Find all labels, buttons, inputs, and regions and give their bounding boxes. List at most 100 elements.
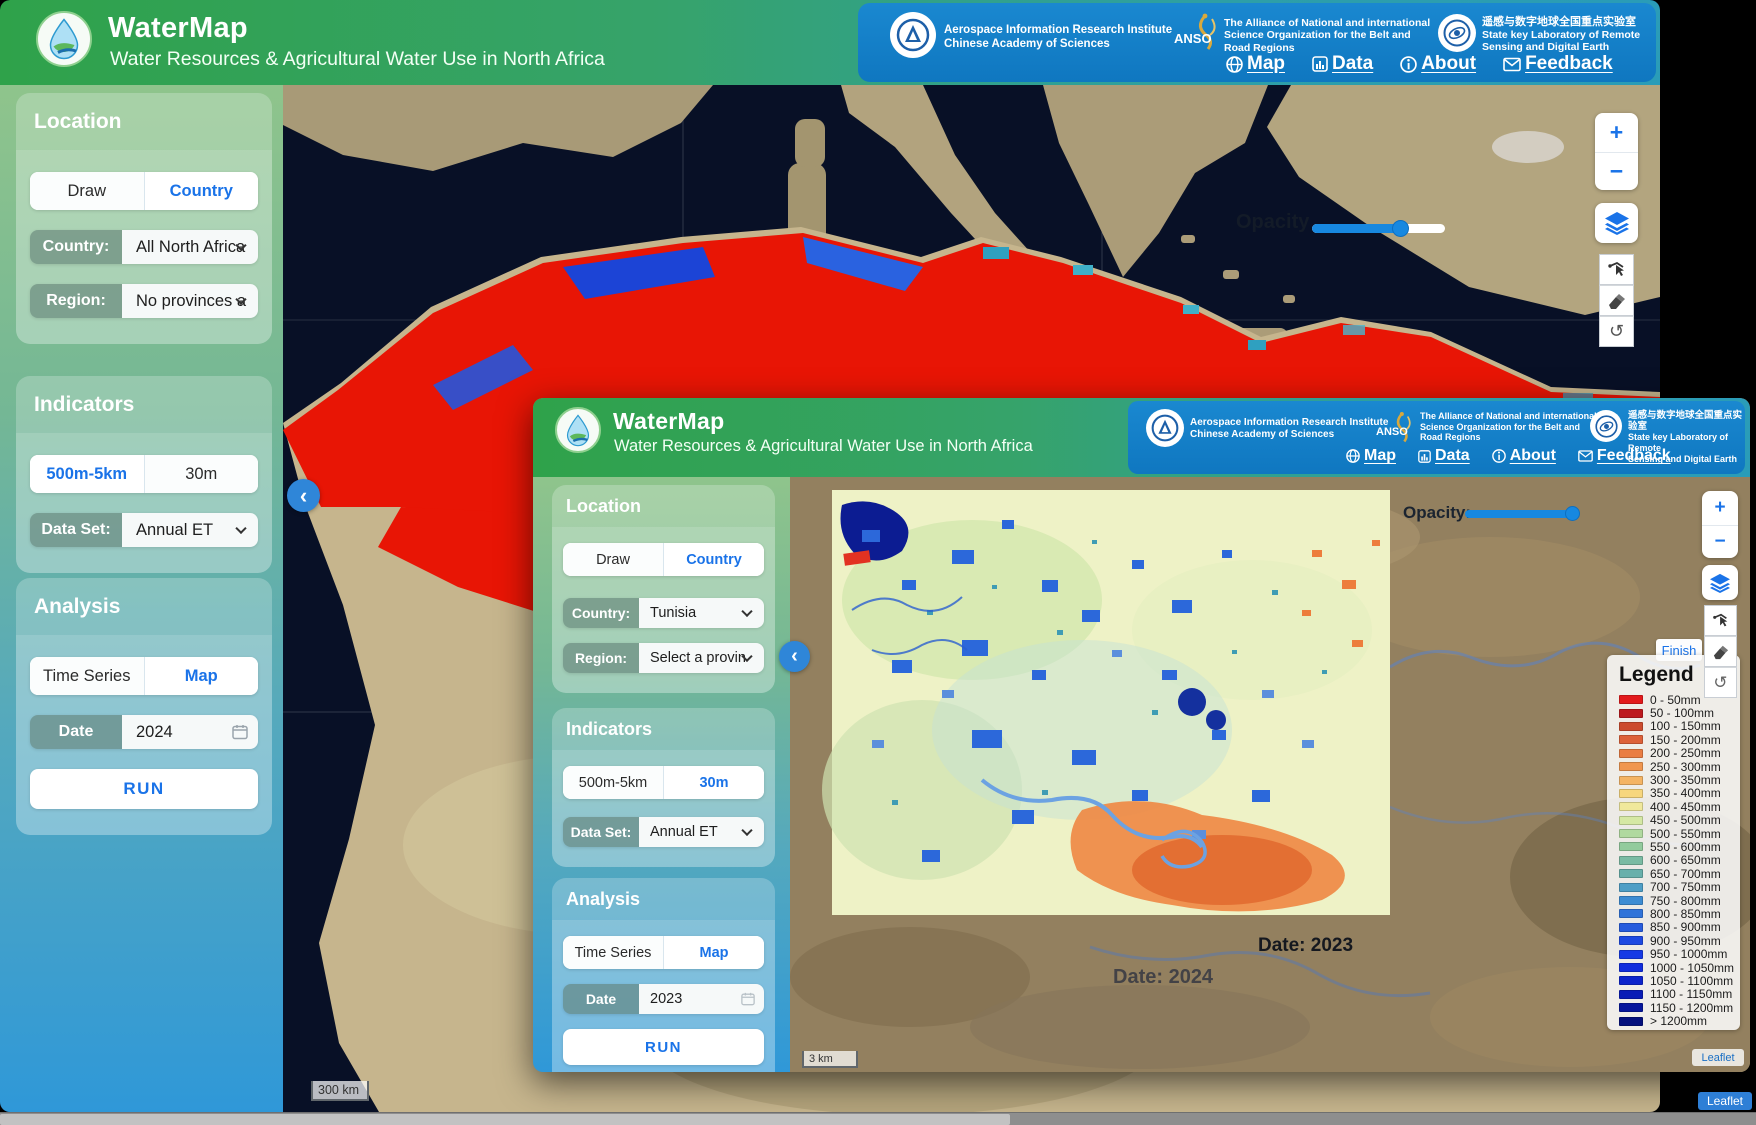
indicators-panel: Indicators 500m-5km 30m Data Set: Annual… (552, 708, 775, 867)
region-select[interactable]: No provinces a (122, 284, 258, 318)
dataset-field: Data Set: Annual ET (30, 513, 258, 547)
eraser-button[interactable] (1599, 285, 1634, 316)
zoom-in-button[interactable]: + (1702, 491, 1738, 525)
layers-button[interactable] (1702, 565, 1738, 600)
country-select[interactable]: All North Africa (122, 230, 258, 264)
tab-country[interactable]: Country (663, 543, 764, 576)
zoom-out-button[interactable]: − (1702, 525, 1738, 558)
header-nav: Map Data About Feedback (1226, 53, 1613, 75)
tab-draw[interactable]: Draw (563, 543, 663, 576)
horizontal-scrollbar-thumb[interactable] (0, 1114, 1010, 1125)
anso-logo: ANSO (1174, 13, 1222, 55)
legend-entry-label: 300 - 350mm (1650, 774, 1721, 786)
scale-bar: 300 km (311, 1081, 369, 1101)
legend-entry-label: 150 - 200mm (1650, 734, 1721, 746)
leaflet-attribution-main[interactable]: Leaflet (1698, 1092, 1752, 1110)
anso-line1: The Alliance of National and internation… (1420, 411, 1597, 422)
leaflet-attribution-label: Leaflet (1701, 1052, 1734, 1064)
skl-logo (1438, 14, 1476, 52)
chart-icon (1312, 56, 1328, 72)
tab-draw[interactable]: Draw (30, 172, 144, 210)
chevron-down-icon (741, 606, 752, 617)
opacity-slider[interactable] (1465, 510, 1575, 518)
date-input[interactable]: 2024 (122, 715, 258, 749)
nav-data-link[interactable]: Data (1418, 447, 1470, 465)
legend-swatch (1619, 909, 1643, 918)
eraser-icon (1607, 292, 1627, 310)
nav-feedback-link[interactable]: Feedback (1503, 53, 1613, 75)
sidebar-collapse-button[interactable]: ‹ (779, 641, 810, 672)
date-field: Date 2023 (563, 984, 764, 1014)
date-label: Date (30, 715, 122, 749)
legend-swatch (1619, 749, 1643, 758)
horizontal-scrollbar[interactable] (0, 1112, 1756, 1125)
tab-map[interactable]: Map (144, 657, 259, 695)
tab-500m-5km[interactable]: 500m-5km (30, 455, 144, 493)
country-select[interactable]: Tunisia (639, 598, 764, 628)
zoom-in-button[interactable]: + (1595, 113, 1638, 152)
zoom-out-button[interactable]: − (1595, 152, 1638, 190)
indicators-panel: Indicators 500m-5km 30m Data Set: Annual… (16, 376, 272, 573)
draw-polygon-button[interactable] (1704, 605, 1737, 636)
tab-30m[interactable]: 30m (663, 766, 764, 799)
undo-button[interactable]: ↺ (1599, 316, 1634, 347)
legend-swatch (1619, 762, 1643, 771)
nav-map-link[interactable]: Map (1226, 53, 1285, 75)
region-select[interactable]: Select a provin (639, 643, 764, 673)
info-icon (1400, 56, 1417, 73)
tab-time-series[interactable]: Time Series (30, 657, 144, 695)
opacity-slider-thumb[interactable] (1565, 506, 1580, 521)
date-field: Date 2024 (30, 715, 258, 749)
run-button[interactable]: RUN (563, 1029, 764, 1065)
eraser-button[interactable] (1704, 636, 1737, 667)
dataset-select[interactable]: Annual ET (122, 513, 258, 547)
dataset-select[interactable]: Annual ET (639, 817, 764, 847)
legend-swatch (1619, 963, 1643, 972)
legend-entry-label: 1000 - 1050mm (1650, 962, 1734, 974)
legend-entry-label: 400 - 450mm (1650, 801, 1721, 813)
layers-button[interactable] (1595, 203, 1638, 243)
nav-map-link[interactable]: Map (1346, 447, 1396, 465)
legend-swatch (1619, 869, 1643, 878)
legend-entry: 100 - 150mm (1619, 720, 1732, 733)
app-title: WaterMap (108, 12, 248, 45)
leaflet-attribution[interactable]: Leaflet (1692, 1049, 1744, 1066)
tab-30m[interactable]: 30m (144, 455, 259, 493)
tab-500m-5km[interactable]: 500m-5km (563, 766, 663, 799)
nav-map-label: Map (1247, 53, 1285, 75)
dataset-label: Data Set: (563, 817, 639, 847)
opacity-slider[interactable] (1312, 224, 1445, 233)
sidebar-collapse-button[interactable]: ‹ (287, 479, 320, 512)
legend-swatch (1619, 722, 1643, 731)
cas-name: Aerospace Information Research Institute… (1190, 417, 1388, 441)
legend-entry-label: 800 - 850mm (1650, 908, 1721, 920)
nav-feedback-link[interactable]: Feedback (1578, 447, 1671, 465)
map-canvas[interactable]: Opacity: + − ↺ (790, 477, 1750, 1072)
indicators-panel-title: Indicators (16, 376, 272, 433)
nav-about-link[interactable]: About (1492, 447, 1556, 465)
tab-time-series[interactable]: Time Series (563, 936, 663, 969)
country-value: All North Africa (136, 238, 245, 257)
envelope-icon (1578, 450, 1593, 462)
legend-entry: 600 - 650mm (1619, 854, 1732, 867)
legend-entry: 800 - 850mm (1619, 907, 1732, 920)
map-date-label-main: Date: 2024 (1113, 966, 1213, 989)
legend-entry-label: 850 - 900mm (1650, 921, 1721, 933)
location-mode-tabs: Draw Country (563, 543, 764, 576)
legend-entry-label: 500 - 550mm (1650, 828, 1721, 840)
chevron-down-icon (235, 523, 246, 534)
nav-about-link[interactable]: About (1400, 53, 1476, 75)
tab-country[interactable]: Country (144, 172, 259, 210)
opacity-slider-thumb[interactable] (1392, 220, 1409, 237)
legend-entry-label: 600 - 650mm (1650, 854, 1721, 866)
date-input[interactable]: 2023 (639, 984, 764, 1014)
analysis-panel-title: Analysis (16, 578, 272, 635)
undo-button[interactable]: ↺ (1704, 667, 1737, 698)
run-button[interactable]: RUN (30, 769, 258, 809)
legend-swatch (1619, 856, 1643, 865)
resolution-tabs: 500m-5km 30m (30, 455, 258, 493)
sidebar: Location Draw Country Country: Tunisia R… (533, 477, 790, 1072)
draw-polygon-button[interactable] (1599, 254, 1634, 285)
nav-data-link[interactable]: Data (1312, 53, 1373, 75)
tab-map[interactable]: Map (663, 936, 764, 969)
